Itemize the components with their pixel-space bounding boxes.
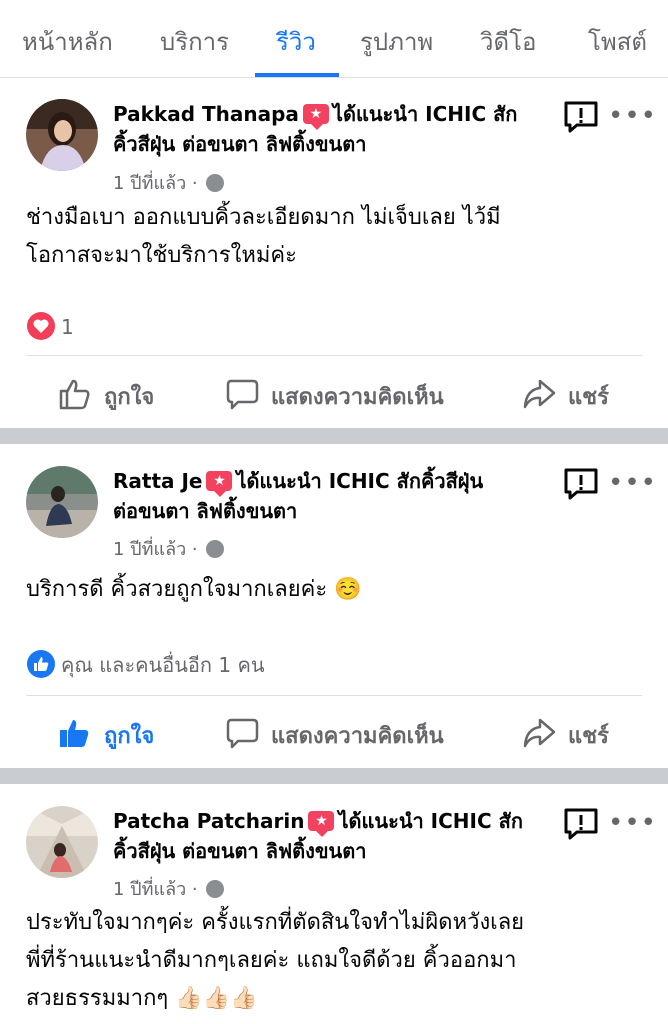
recommend-icon: ★ <box>206 471 233 497</box>
recommend-icon: ★ <box>302 104 329 130</box>
globe-icon <box>205 540 224 558</box>
divider <box>26 695 642 696</box>
review-text-line: ประทับใจมากๆค่ะ ครั้งแรกที่ตัดสินใจทำไม่… <box>26 910 525 935</box>
post-separator <box>0 428 668 444</box>
review-text: ประทับใจมากๆค่ะ ครั้งแรกที่ตัดสินใจทำไม่… <box>26 904 646 1018</box>
post-separator <box>0 768 668 784</box>
more-options-icon[interactable]: ••• <box>608 103 656 129</box>
author-name[interactable]: Patcha Patcharin <box>113 809 304 833</box>
timestamp[interactable]: 1 ปีที่แล้ว · <box>113 539 198 560</box>
review-text: ช่างมือเบา ออกแบบคิ้วละเอียดมาก ไม่เจ็บเ… <box>26 199 646 275</box>
more-options-icon[interactable]: ••• <box>608 470 656 496</box>
avatar[interactable] <box>26 806 98 878</box>
active-tab-indicator <box>255 73 339 77</box>
thumbs-up-icon <box>59 379 90 410</box>
recommend-text[interactable]: ได้แนะนำ ICHIC สัก <box>333 102 517 126</box>
tab-photos[interactable]: รูปภาพ <box>360 22 433 61</box>
share-icon <box>523 379 556 409</box>
tab-posts[interactable]: โพสต์ <box>588 22 647 61</box>
reaction-summary[interactable]: คุณ และคนอื่นอีก 1 คน <box>27 644 265 681</box>
like-icon <box>27 650 55 678</box>
review-post: Ratta Je ★ ได้แนะนำ ICHIC สักคิ้วสีฝุ่น ต่… <box>0 444 668 768</box>
more-options-icon[interactable]: ••• <box>608 810 656 836</box>
recommend-text-cont[interactable]: คิ้วสีฝุ่น ต่อขนตา ลิฟติ้งขนตา <box>113 839 366 863</box>
review-header: Patcha Patcharin ★ ได้แนะนำ ICHIC สัก คิ้ว… <box>113 806 538 866</box>
share-icon <box>523 718 556 748</box>
comment-icon <box>226 718 259 749</box>
tab-reviews[interactable]: รีวิว <box>276 22 316 61</box>
report-icon[interactable] <box>563 100 599 134</box>
review-header: Pakkad Thanapa ★ ได้แนะนำ ICHIC สัก คิ้วสี… <box>113 99 538 159</box>
thumbs-up-icon <box>60 720 89 747</box>
report-icon[interactable] <box>563 807 599 841</box>
timestamp[interactable]: 1 ปีที่แล้ว · <box>113 879 198 900</box>
post-meta: 1 ปีที่แล้ว · <box>113 874 224 903</box>
heart-icon <box>27 312 55 340</box>
reaction-count: 1 <box>61 315 74 339</box>
post-meta: 1 ปีที่แล้ว · <box>113 534 224 563</box>
tab-services[interactable]: บริการ <box>160 22 229 61</box>
review-text-line: สวยธรรมมากๆ 👍🏻👍🏻👍🏻 <box>26 986 258 1011</box>
post-meta: 1 ปีที่แล้ว · <box>113 168 224 197</box>
globe-icon <box>205 880 224 898</box>
reaction-summary-text: คุณ และคนอื่นอีก 1 คน <box>61 653 265 677</box>
review-text: บริการดี คิ้วสวยถูกใจมากเลยค่ะ ☺️ <box>26 571 646 609</box>
recommend-text[interactable]: ได้แนะนำ ICHIC สัก <box>338 809 522 833</box>
review-post: Pakkad Thanapa ★ ได้แนะนำ ICHIC สัก คิ้วสี… <box>0 79 668 428</box>
author-name[interactable]: Ratta Je <box>113 469 202 493</box>
recommend-text[interactable]: ได้แนะนำ ICHIC สักคิ้วสีฝุ่น <box>236 469 483 493</box>
recommend-text-cont[interactable]: คิ้วสีฝุ่น ต่อขนตา ลิฟติ้งขนตา <box>113 132 366 156</box>
avatar[interactable] <box>26 99 98 171</box>
tab-videos[interactable]: วิดีโอ <box>480 22 536 61</box>
review-text-line: ช่างมือเบา ออกแบบคิ้วละเอียดมาก ไม่เจ็บเ… <box>26 205 501 230</box>
review-text-line: โอกาสจะมาใช้บริการใหม่ค่ะ <box>26 243 297 268</box>
globe-icon <box>205 174 224 192</box>
timestamp[interactable]: 1 ปีที่แล้ว · <box>113 173 198 194</box>
divider <box>26 355 642 356</box>
recommend-icon: ★ <box>308 811 335 837</box>
recommend-text-cont[interactable]: ต่อขนตา ลิฟติ้งขนตา <box>113 499 297 523</box>
tab-home[interactable]: หน้าหลัก <box>22 22 113 61</box>
author-name[interactable]: Pakkad Thanapa <box>113 102 299 126</box>
review-header: Ratta Je ★ ได้แนะนำ ICHIC สักคิ้วสีฝุ่น ต่… <box>113 466 538 526</box>
review-text-line: พี่ที่ร้านแนะนำดีมากๆเลยค่ะ แถมใจดีด้วย … <box>26 948 517 973</box>
tab-bar: หน้าหลัก บริการ รีวิว รูปภาพ วิดีโอ โพสต… <box>0 0 668 78</box>
reaction-summary[interactable]: 1 <box>27 306 74 340</box>
comment-icon <box>226 379 259 410</box>
review-post: Patcha Patcharin ★ ได้แนะนำ ICHIC สัก คิ้ว… <box>0 784 668 1024</box>
avatar[interactable] <box>26 466 98 538</box>
review-text-line: บริการดี คิ้วสวยถูกใจมากเลยค่ะ ☺️ <box>26 577 362 602</box>
report-icon[interactable] <box>563 467 599 501</box>
